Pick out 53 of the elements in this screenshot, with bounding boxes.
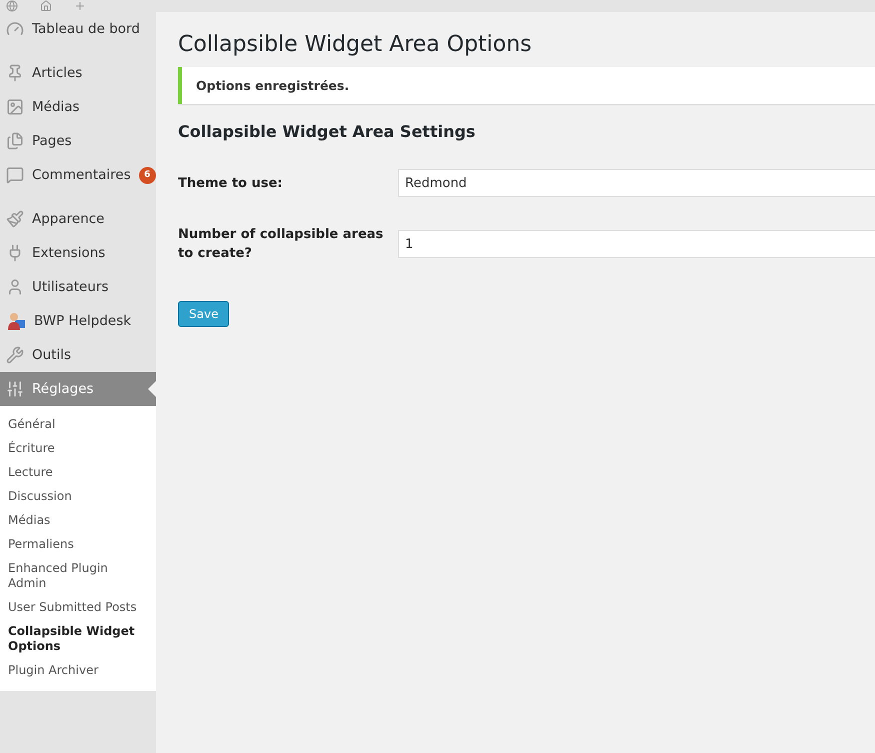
input-field[interactable]: 1 bbox=[398, 230, 875, 258]
menu-label: Articles bbox=[32, 65, 82, 81]
menu-item[interactable]: Utilisateurs bbox=[0, 270, 156, 304]
menu-icon bbox=[6, 98, 24, 116]
menu-icon bbox=[6, 346, 24, 364]
menu-label: Apparence bbox=[32, 211, 104, 227]
menu-label: Réglages bbox=[32, 381, 94, 397]
submenu-item[interactable]: Permaliens bbox=[0, 533, 156, 557]
field-label: Theme to use: bbox=[178, 174, 284, 192]
submenu-item[interactable]: Collapsible Widget Options bbox=[0, 620, 156, 659]
menu-icon bbox=[6, 380, 24, 398]
submenu-item[interactable]: Lecture bbox=[0, 461, 156, 485]
home-icon[interactable] bbox=[40, 0, 52, 12]
submenu-item[interactable]: Écriture bbox=[0, 437, 156, 461]
menu-item[interactable]: Outils bbox=[0, 338, 156, 372]
globe-icon[interactable] bbox=[6, 0, 18, 12]
menu-item[interactable]: Apparence bbox=[0, 202, 156, 236]
success-notice: Options enregistrées. bbox=[178, 67, 875, 104]
menu-label: BWP Helpdesk bbox=[34, 313, 132, 329]
support-agent-icon bbox=[6, 311, 26, 331]
submenu-item[interactable]: Discussion bbox=[0, 485, 156, 509]
menu-label: Outils bbox=[32, 347, 72, 363]
menu-item[interactable]: Médias bbox=[0, 90, 156, 124]
menu-icon bbox=[6, 132, 24, 150]
menu-icon bbox=[6, 20, 24, 38]
submenu-item[interactable]: Enhanced Plugin Admin bbox=[0, 557, 156, 596]
section-title: Collapsible Widget Area Settings bbox=[178, 122, 476, 141]
menu-item[interactable]: Commentaires 6 bbox=[0, 158, 156, 192]
input-field[interactable]: Redmond bbox=[398, 169, 875, 197]
menu-icon bbox=[6, 64, 24, 82]
submenu-item[interactable]: User Submitted Posts bbox=[0, 596, 156, 620]
menu-item[interactable]: Tableau de bord bbox=[0, 12, 156, 46]
menu-icon bbox=[6, 210, 24, 228]
menu-item[interactable]: Articles bbox=[0, 56, 156, 90]
menu-label: Commentaires bbox=[32, 167, 131, 183]
menu-icon bbox=[6, 278, 24, 296]
menu-label: Utilisateurs bbox=[32, 279, 108, 295]
submenu-item[interactable]: Général bbox=[0, 413, 156, 437]
menu-item[interactable]: BWP Helpdesk bbox=[0, 304, 156, 338]
page-title: Collapsible Widget Area Options bbox=[178, 32, 533, 57]
submenu-item[interactable]: Plugin Archiver bbox=[0, 659, 156, 683]
submenu-item[interactable]: Médias bbox=[0, 509, 156, 533]
menu-icon bbox=[6, 166, 24, 184]
menu-item[interactable]: Pages bbox=[0, 124, 156, 158]
menu-label: Tableau de bord bbox=[32, 21, 140, 37]
menu-label: Médias bbox=[32, 99, 80, 115]
menu-label: Extensions bbox=[32, 245, 106, 261]
menu-item[interactable]: Extensions bbox=[0, 236, 156, 270]
plus-icon[interactable] bbox=[74, 0, 86, 12]
count-badge: 6 bbox=[138, 166, 156, 184]
menu-item[interactable]: Réglages bbox=[0, 372, 156, 406]
field-label: Number of collapsible areas to create? bbox=[178, 226, 384, 263]
menu-label: Pages bbox=[32, 133, 72, 149]
